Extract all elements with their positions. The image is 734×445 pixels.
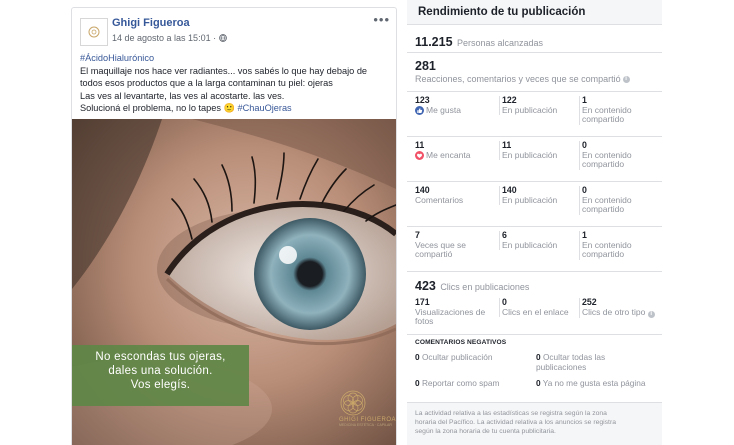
post-header: Ghigi Figueroa 14 de agosto a las 15:01 … xyxy=(80,12,389,50)
timestamp-text: 14 de agosto a las 15:01 · xyxy=(112,33,217,43)
on-shares-label: En contenido compartido xyxy=(582,194,632,214)
post-text-line: todos esos productos que a la larga cont… xyxy=(80,78,333,89)
clicks-label: Clics en publicaciones xyxy=(440,282,530,292)
on-shares-label: En contenido compartido xyxy=(582,104,632,124)
unlike-page-stat: 0 Ya no me gusta esta página xyxy=(536,378,646,388)
on-post-label: En publicación xyxy=(502,104,558,115)
brand-flower-icon xyxy=(340,390,366,416)
link-clicks-label: Clics en el enlace xyxy=(502,306,569,317)
hide-post-stat: 0 Ocultar publicación xyxy=(415,352,493,362)
insights-title: Rendimiento de tu publicación xyxy=(407,0,662,25)
page-avatar[interactable] xyxy=(80,18,108,46)
brand-subtitle: MEDICINA ESTÉTICA · CAPILAR xyxy=(339,423,392,427)
on-shares-label: En contenido compartido xyxy=(582,239,632,259)
shares-label: Veces que se compartió xyxy=(415,239,467,259)
timezone-note: La actividad relativa a las estadísticas… xyxy=(407,403,662,445)
on-post-label: En publicación xyxy=(502,194,558,205)
on-shares-label: En contenido compartido xyxy=(582,149,632,169)
post-author[interactable]: Ghigi Figueroa xyxy=(112,17,190,29)
comments-label: Comentarios xyxy=(415,194,464,205)
hide-all-posts-stat: 0 Ocultar todas las publicaciones xyxy=(536,352,606,372)
post-photo[interactable]: No escondas tus ojeras, dales una soluci… xyxy=(72,119,396,445)
likes-label: Me gusta xyxy=(426,104,461,115)
footer-line: horaria del Pacífico. La actividad relat… xyxy=(415,419,616,426)
info-icon[interactable]: i xyxy=(647,310,655,318)
reach-label: Personas alcanzadas xyxy=(457,38,544,48)
reach-value: 11.215 xyxy=(415,35,453,49)
post-timestamp[interactable]: 14 de agosto a las 15:01 · xyxy=(112,33,227,43)
like-icon xyxy=(415,105,424,115)
footer-line: según la zona horaria de tu cuenta publi… xyxy=(415,428,556,435)
shares-row: 7 Veces que se compartió 6 En publicació… xyxy=(407,227,662,272)
engagement-summary: 281 Reacciones, comentarios y veces que … xyxy=(407,53,662,92)
clicks-section: 423 Clics en publicaciones 171 Visualiza… xyxy=(407,272,662,335)
globe-icon xyxy=(219,34,227,42)
clicks-total: 423 xyxy=(415,279,436,293)
caption-line: Vos elegís. xyxy=(130,379,191,391)
info-icon[interactable]: i xyxy=(622,75,630,83)
hashtag-link[interactable]: #ChauOjeras xyxy=(238,103,292,113)
comments-row: 140 Comentarios 140 En publicación 0 En … xyxy=(407,182,662,227)
post-text-line: El maquillaje nos hace ver radiantes... … xyxy=(80,65,368,76)
image-caption: No escondas tus ojeras, dales una soluci… xyxy=(72,345,249,406)
loves-row: 11 Me encanta 11 En publicación 0 En con… xyxy=(407,137,662,182)
engagement-total: 281 xyxy=(415,59,436,73)
post-body: #ÁcidoHialurónico El maquillaje nos hace… xyxy=(80,52,392,115)
post-text-line: Las ves al levantarte, las ves al acosta… xyxy=(80,90,285,101)
love-icon xyxy=(415,150,424,160)
report-spam-stat: 0 Reportar como spam xyxy=(415,378,500,388)
negative-feedback-header: COMENTARIOS NEGATIVOS xyxy=(415,339,507,346)
caption-line: No escondas tus ojeras, xyxy=(95,351,226,363)
caption-line: dales una solución. xyxy=(108,365,213,377)
on-post-label: En publicación xyxy=(502,149,558,160)
photo-views-label: Visualizaciones de fotos xyxy=(415,306,486,326)
facebook-post: Ghigi Figueroa 14 de agosto a las 15:01 … xyxy=(71,7,397,445)
insights-panel: Rendimiento de tu publicación 11.215 Per… xyxy=(407,0,662,445)
reach-section: 11.215 Personas alcanzadas xyxy=(407,25,662,53)
hashtag-link[interactable]: #ÁcidoHialurónico xyxy=(80,53,154,63)
brand-mark-icon xyxy=(88,26,100,38)
likes-row: 123 Me gusta 122 En publicación 1 En con… xyxy=(407,92,662,137)
on-post-label: En publicación xyxy=(502,239,558,250)
brand-logo: GHIGI FIGUEROA MEDICINA ESTÉTICA · CAPIL… xyxy=(339,389,396,427)
post-text-line: Solucioná el problema, no lo tapes 🙂 xyxy=(80,103,238,114)
engagement-label: Reacciones, comentarios y veces que se c… xyxy=(415,74,621,84)
more-options-icon[interactable]: ••• xyxy=(373,12,390,27)
other-clicks-label: Clics de otro tipo xyxy=(582,306,646,317)
loves-label: Me encanta xyxy=(426,149,471,160)
footer-line: La actividad relativa a las estadísticas… xyxy=(415,410,607,417)
negative-feedback-section: COMENTARIOS NEGATIVOS 0 Ocultar publicac… xyxy=(407,335,662,403)
